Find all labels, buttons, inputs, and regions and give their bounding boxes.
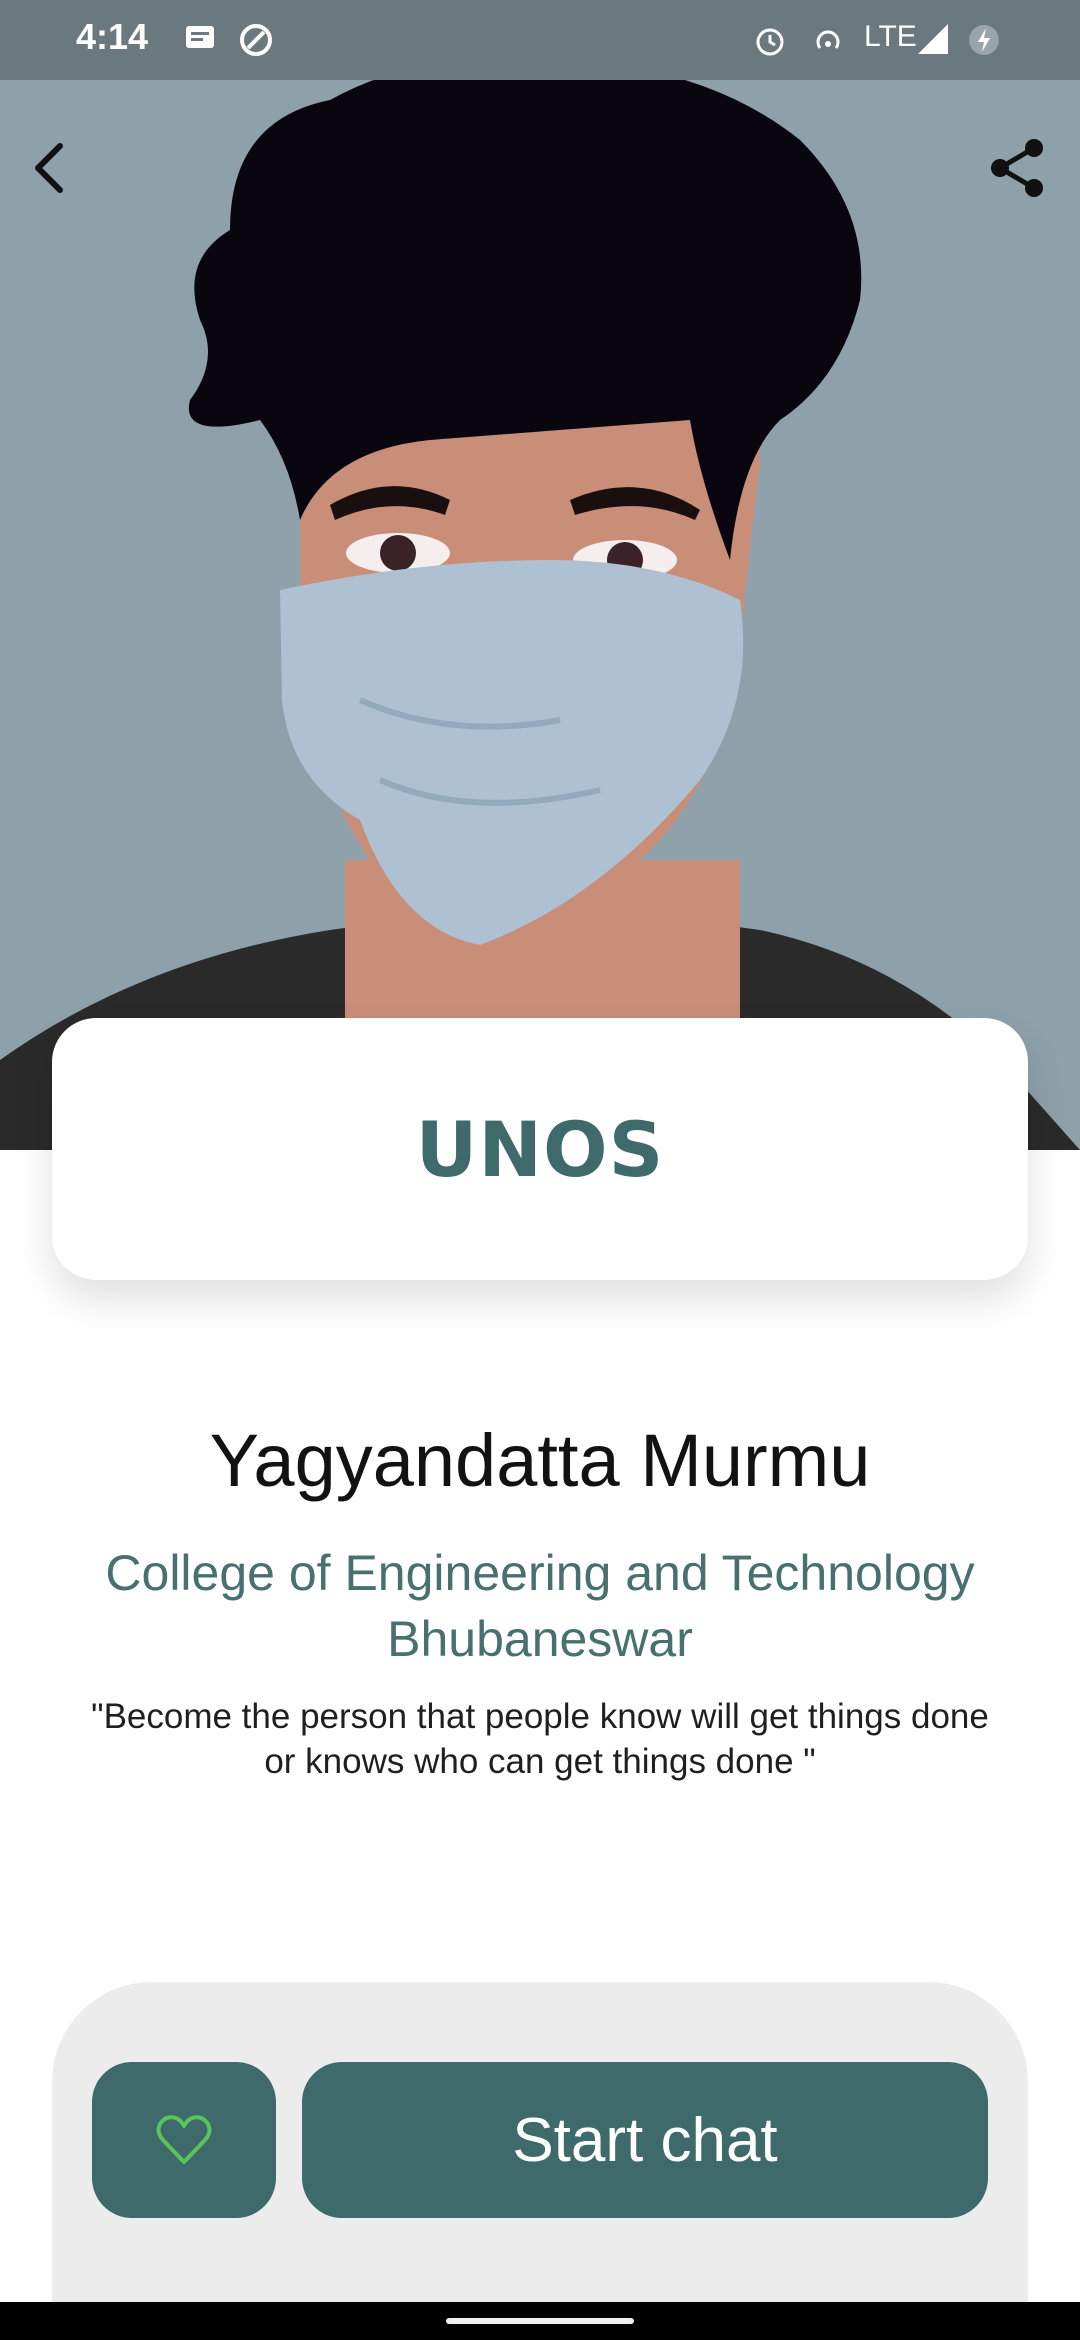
chevron-left-icon — [35, 143, 63, 193]
share-button[interactable] — [978, 128, 1058, 208]
title-card: UNOS — [52, 1018, 1028, 1280]
battery-charging-icon — [966, 22, 1002, 63]
status-time: 4:14 — [76, 16, 149, 57]
profile-name: Yagyandatta Murmu — [209, 1419, 871, 1502]
signal-icon — [916, 22, 950, 61]
favorite-button[interactable] — [92, 2062, 276, 2218]
network-type: LTE — [864, 20, 917, 53]
share-icon — [991, 139, 1043, 197]
back-button[interactable] — [8, 128, 88, 208]
quote-line-2: or knows who can get things done " — [264, 1742, 816, 1781]
message-icon — [184, 22, 216, 59]
home-indicator[interactable] — [446, 2318, 634, 2324]
hotspot-icon — [810, 22, 846, 63]
card-title: UNOS — [415, 1104, 665, 1194]
sync-icon — [238, 22, 274, 63]
heart-outline-icon — [156, 2115, 212, 2164]
college-line-1: College of Engineering and Technology — [105, 1545, 975, 1601]
avatar-illustration — [0, 0, 1080, 1150]
profile-quote: "Become the person that people know will… — [20, 1694, 1060, 1784]
quote-line-1: "Become the person that people know will… — [91, 1697, 989, 1736]
alarm-icon — [752, 22, 788, 63]
status-bar: 4:14 LTE — [0, 0, 1080, 80]
college-line-2: Bhubaneswar — [387, 1611, 693, 1667]
college-name: College of Engineering and Technology Bh… — [40, 1540, 1040, 1672]
start-chat-button[interactable]: Start chat — [302, 2062, 988, 2218]
profile-hero-image — [0, 0, 1080, 1150]
